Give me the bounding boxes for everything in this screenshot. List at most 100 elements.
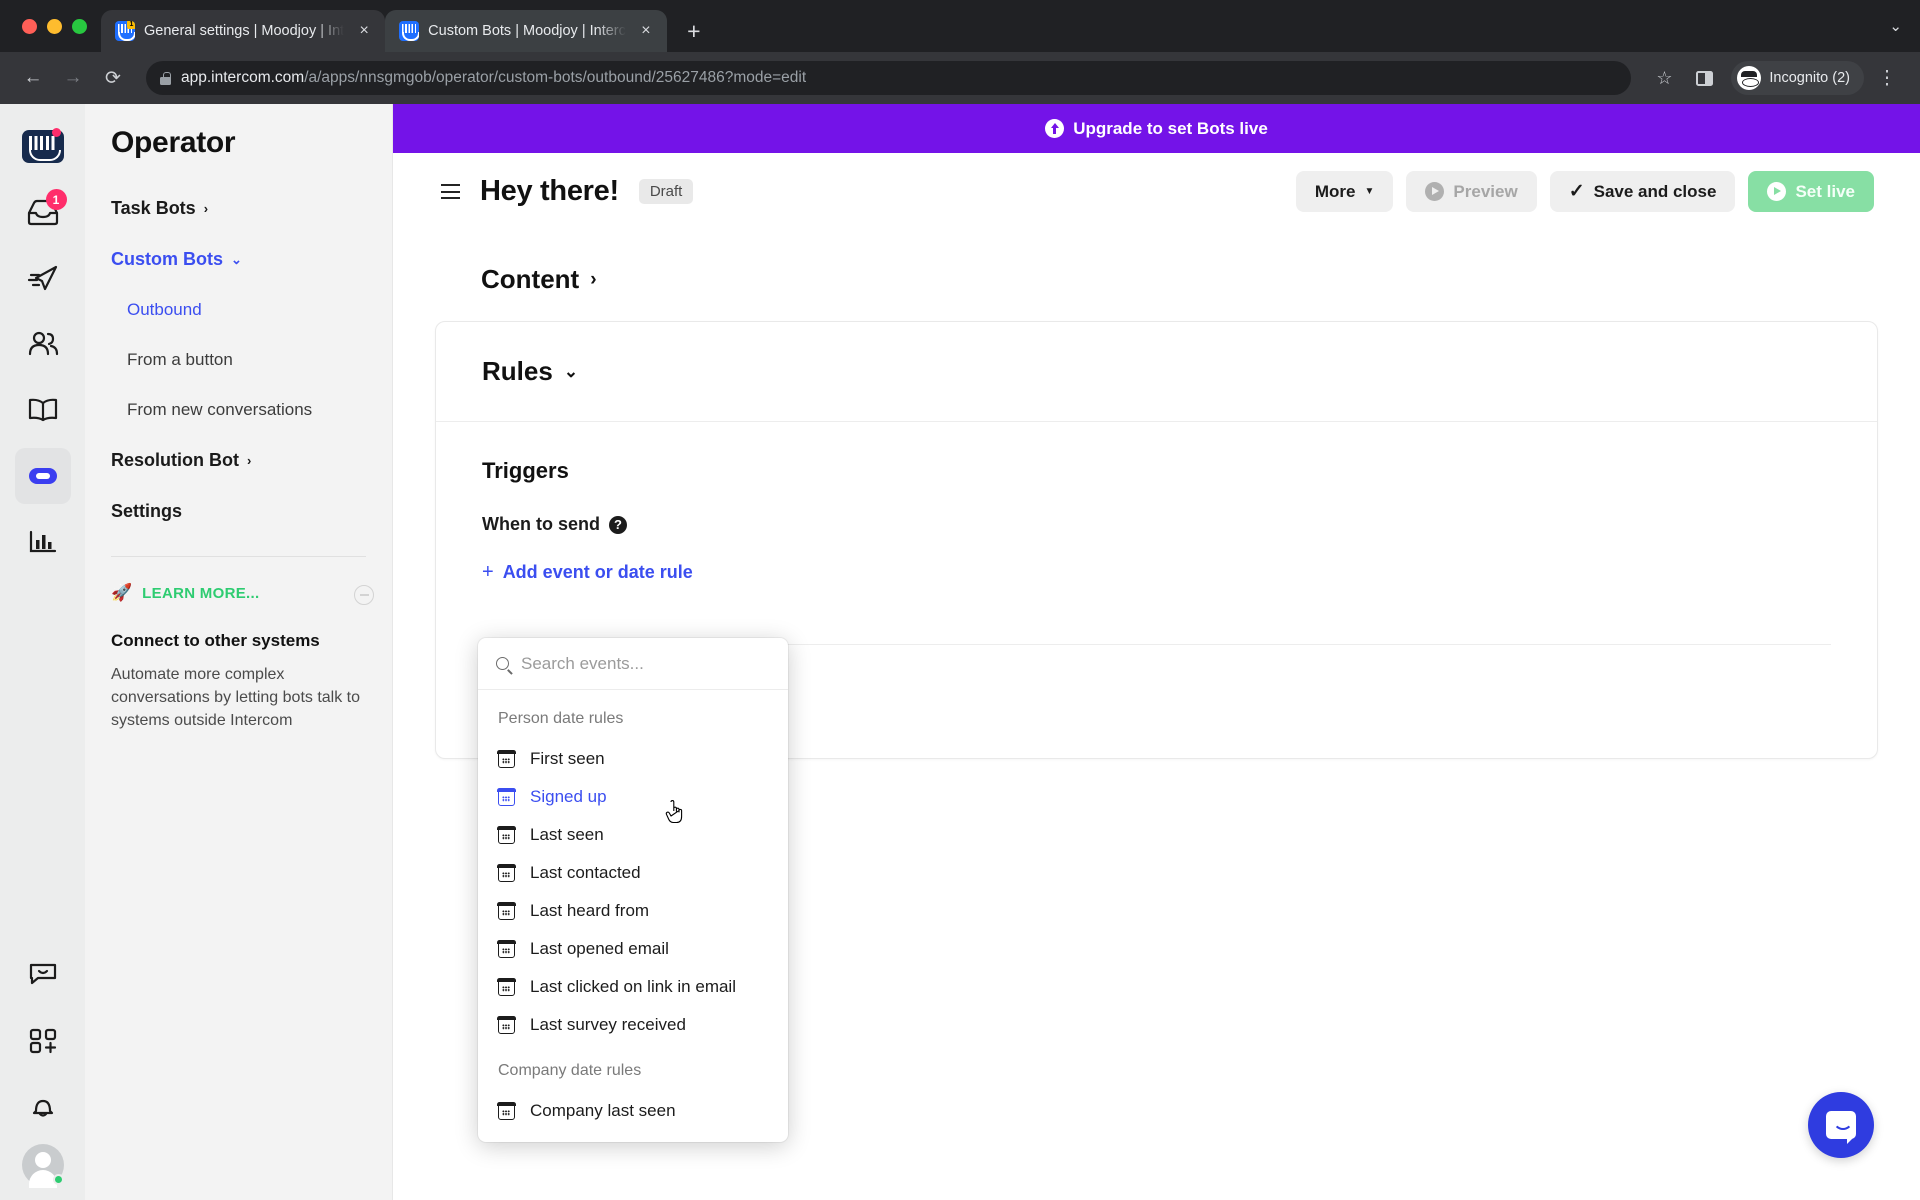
sidebar-item-articles[interactable] <box>15 382 71 438</box>
chevron-right-icon: › <box>203 201 209 216</box>
window-controls <box>14 0 101 52</box>
event-item-last-clicked-on-link-in-email[interactable]: Last clicked on link in email <box>478 968 788 1006</box>
help-icon[interactable]: ? <box>609 515 627 534</box>
sidebar-item-label: Settings <box>111 501 183 521</box>
calendar-icon <box>497 749 516 768</box>
content-section-header[interactable]: Content › <box>393 230 1920 321</box>
event-search-popover: Person date rules First seen Signed up L… <box>478 638 788 1142</box>
online-status-indicator <box>52 1174 64 1185</box>
sidebar-item-reports[interactable] <box>15 514 71 570</box>
event-item-last-contacted[interactable]: Last contacted <box>478 854 788 892</box>
event-item-company-last-seen[interactable]: Company last seen <box>478 1092 788 1130</box>
reload-icon[interactable]: ⟳ <box>96 61 130 95</box>
event-item-signed-up[interactable]: Signed up <box>478 778 788 816</box>
sidebar-item-task-bots[interactable]: Task Bots › <box>111 198 366 219</box>
event-item-last-heard-from[interactable]: Last heard from <box>478 892 788 930</box>
operator-icon <box>28 468 57 484</box>
sidebar-item-notifications[interactable] <box>15 1078 71 1134</box>
upgrade-arrow-icon <box>1045 119 1065 138</box>
sidebar-item-label: Custom Bots <box>111 249 223 269</box>
sidebar-item-operator[interactable] <box>14 448 71 504</box>
when-to-send-label: When to send <box>482 514 600 534</box>
sidebar-item-from-new-conversations[interactable]: From new conversations <box>127 400 366 420</box>
secondary-sidebar: Operator Task Bots › Custom Bots ⌄ Outbo… <box>85 104 393 1200</box>
browser-tab-custom-bots[interactable]: Custom Bots | Moodjoy | Interc × <box>385 10 667 52</box>
rocket-icon: 🚀 <box>111 583 133 602</box>
calendar-icon <box>497 825 516 844</box>
event-item-last-seen[interactable]: Last seen <box>478 816 788 854</box>
when-to-send-row: When to send ? <box>482 514 1831 535</box>
browser-toolbar: ← → ⟳ app.intercom.com/a/apps/nnsgmgob/o… <box>0 52 1920 104</box>
side-panel-icon[interactable] <box>1687 61 1721 95</box>
add-event-or-date-rule-button[interactable]: + Add event or date rule <box>482 561 1831 584</box>
calendar-icon <box>497 1101 516 1120</box>
event-item-first-seen[interactable]: First seen <box>478 740 788 778</box>
avatar[interactable] <box>21 1144 64 1188</box>
rules-header-section[interactable]: Rules ⌄ <box>436 322 1877 422</box>
sidebar-item-inbox[interactable]: 1 <box>15 184 71 240</box>
messenger-icon <box>29 963 56 985</box>
rules-label: Rules <box>482 356 553 386</box>
back-icon[interactable]: ← <box>16 61 50 95</box>
sidebar-item-outbound[interactable] <box>15 250 71 306</box>
calendar-icon <box>497 1015 516 1034</box>
bookmark-star-icon[interactable]: ☆ <box>1647 61 1681 95</box>
save-and-close-button[interactable]: ✓ Save and close <box>1549 171 1736 212</box>
sidebar-item-settings[interactable]: Settings <box>111 501 366 522</box>
sidebar-item-messenger[interactable] <box>15 946 71 1002</box>
main-header: Hey there! Draft More ▼ Preview ✓ Save a… <box>393 153 1920 230</box>
upgrade-banner[interactable]: Upgrade to set Bots live <box>393 104 1920 153</box>
bot-title: Hey there! <box>480 175 619 207</box>
set-live-button[interactable]: Set live <box>1748 171 1874 212</box>
incognito-profile-button[interactable]: Incognito (2) <box>1731 61 1864 95</box>
calendar-icon <box>497 939 516 958</box>
search-input[interactable] <box>521 653 770 674</box>
collapse-icon[interactable] <box>354 585 374 605</box>
chevron-down-icon: ⌄ <box>563 361 579 381</box>
maximize-window-button[interactable] <box>72 18 87 34</box>
search-row <box>478 638 788 690</box>
close-window-button[interactable] <box>22 18 37 34</box>
sidebar-item-apps[interactable] <box>15 1012 71 1068</box>
intercom-favicon-icon <box>399 21 420 41</box>
hamburger-icon[interactable] <box>441 184 460 199</box>
more-button[interactable]: More ▼ <box>1295 171 1394 212</box>
url-path: /a/apps/nnsgmgob/operator/custom-bots/ou… <box>304 69 807 86</box>
address-bar[interactable]: app.intercom.com/a/apps/nnsgmgob/operato… <box>146 61 1632 95</box>
messenger-icon <box>1826 1111 1856 1144</box>
more-label: More <box>1314 181 1356 201</box>
browser-menu-icon[interactable]: ⋮ <box>1870 61 1904 95</box>
set-live-label: Set live <box>1795 181 1855 201</box>
sidebar-item-outbound[interactable]: Outbound <box>127 300 366 320</box>
event-label: Last contacted <box>530 863 641 882</box>
content-label: Content <box>481 264 580 294</box>
learn-more-body: Automate more complex conversations by l… <box>111 666 361 730</box>
event-item-last-survey-received[interactable]: Last survey received <box>478 1006 788 1044</box>
event-item-last-opened-email[interactable]: Last opened email <box>478 930 788 968</box>
tab-search-chevron-down-icon[interactable]: ⌄ <box>1889 17 1902 35</box>
sidebar-item-contacts[interactable] <box>15 316 71 372</box>
tab-strip: 1 General settings | Moodjoy | Int × Cus… <box>0 0 1920 52</box>
search-icon <box>496 657 509 670</box>
preview-button[interactable]: Preview <box>1406 171 1537 212</box>
sidebar-item-custom-bots[interactable]: Custom Bots ⌄ <box>111 249 366 270</box>
triggers-title: Triggers <box>482 458 569 483</box>
event-label: Company last seen <box>530 1101 676 1120</box>
sidebar-item-home[interactable] <box>15 118 71 174</box>
tab-title: Custom Bots | Moodjoy | Interc <box>428 23 626 39</box>
book-icon <box>28 398 57 422</box>
add-rule-label: Add event or date rule <box>502 562 693 582</box>
sidebar-item-from-a-button[interactable]: From a button <box>127 350 366 370</box>
forward-icon[interactable]: → <box>56 61 90 95</box>
new-tab-button[interactable]: + <box>677 14 711 48</box>
close-icon[interactable]: × <box>635 20 657 42</box>
browser-tab-general-settings[interactable]: 1 General settings | Moodjoy | Int × <box>101 10 386 52</box>
minimize-window-button[interactable] <box>47 18 62 34</box>
sidebar-item-resolution-bot[interactable]: Resolution Bot › <box>111 450 366 471</box>
notification-dot <box>51 128 61 137</box>
group-header-person-date-rules: Person date rules <box>498 710 624 727</box>
close-icon[interactable]: × <box>353 20 375 42</box>
event-label: Last heard from <box>530 901 650 920</box>
event-label: Signed up <box>530 787 607 806</box>
intercom-messenger-launcher[interactable] <box>1808 1092 1874 1158</box>
